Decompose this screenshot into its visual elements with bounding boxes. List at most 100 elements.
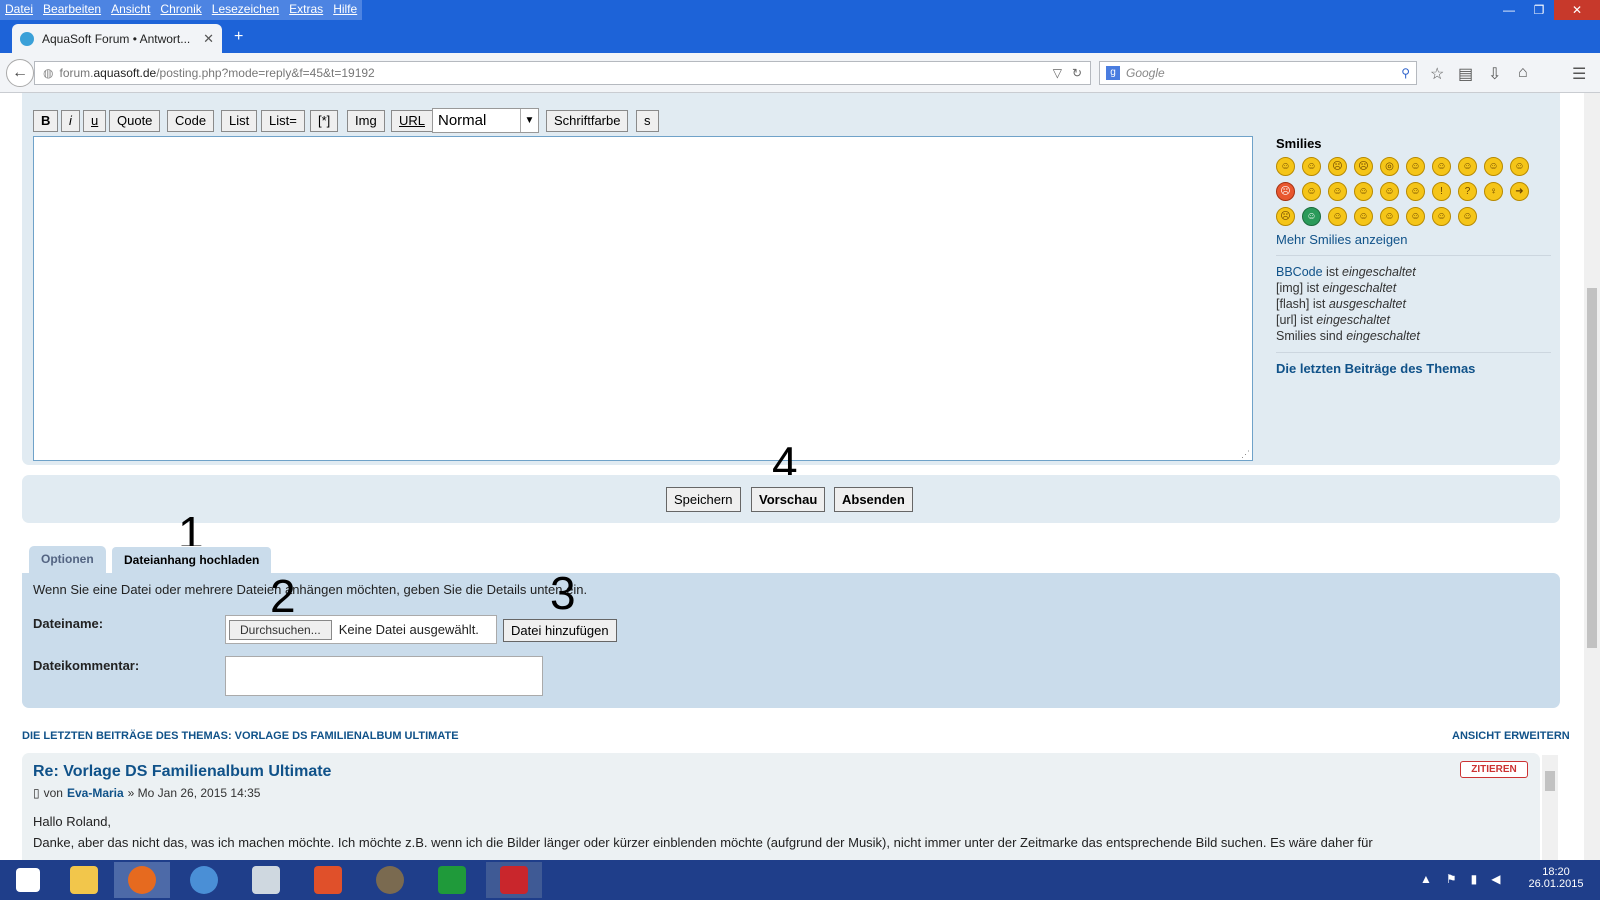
list-item-button[interactable]: [*] [310, 110, 339, 132]
search-icon[interactable]: ⚲ [1401, 66, 1410, 80]
download-icon[interactable]: ⇩ [1488, 64, 1501, 84]
bookmark-star-icon[interactable]: ☆ [1430, 64, 1444, 84]
minimize-button[interactable]: — [1494, 0, 1524, 20]
google-icon[interactable]: g [1106, 66, 1120, 80]
exclamation-icon[interactable]: ! [1432, 182, 1451, 201]
flag-icon[interactable]: ⚑ [1446, 872, 1457, 886]
windows-start-icon[interactable] [0, 862, 56, 898]
smiley-icon[interactable]: ◎ [1380, 157, 1399, 176]
recent-posts-link[interactable]: Die letzten Beiträge des Themas [1276, 361, 1551, 376]
spreadsheet-icon[interactable] [424, 862, 480, 898]
post-title[interactable]: Re: Vorlage DS Familienalbum Ultimate [33, 763, 331, 781]
tab-upload-attachment[interactable]: Dateianhang hochladen [111, 546, 273, 573]
post-scrollbar-thumb[interactable] [1545, 771, 1555, 791]
smiley-icon[interactable]: ☺ [1432, 207, 1451, 226]
smiley-icon[interactable]: ☺ [1406, 207, 1425, 226]
gimp-icon[interactable] [362, 862, 418, 898]
menu-datei[interactable]: Datei [0, 0, 38, 20]
smiley-icon[interactable]: ☹ [1328, 157, 1347, 176]
smiley-icon[interactable]: ☺ [1406, 157, 1425, 176]
list-button[interactable]: List [221, 110, 258, 132]
quote-button[interactable]: Quote [109, 110, 161, 132]
italic-button[interactable]: i [61, 110, 80, 132]
file-comment-input[interactable] [225, 656, 543, 696]
file-explorer-icon[interactable] [56, 862, 112, 898]
tab-close-icon[interactable]: ✕ [203, 31, 214, 47]
app-icon[interactable] [300, 862, 356, 898]
volume-icon[interactable]: ◀ [1491, 872, 1500, 886]
menu-extras[interactable]: Extras [284, 0, 328, 20]
question-icon[interactable]: ? [1458, 182, 1477, 201]
close-window-button[interactable]: ✕ [1554, 0, 1600, 20]
author-link[interactable]: Eva-Maria [67, 786, 124, 800]
thunderbird-icon[interactable] [176, 862, 232, 898]
scrollbar-thumb[interactable] [1587, 288, 1597, 648]
menu-lesezeichen[interactable]: Lesezeichen [207, 0, 284, 20]
smiley-icon[interactable]: ☺ [1510, 157, 1529, 176]
calculator-icon[interactable] [238, 862, 294, 898]
bookmarks-list-icon[interactable]: ▤ [1458, 64, 1473, 84]
smiley-icon[interactable]: ☺ [1328, 207, 1347, 226]
menu-bearbeiten[interactable]: Bearbeiten [38, 0, 106, 20]
smiley-icon[interactable]: ☺ [1406, 182, 1425, 201]
s-button[interactable]: s [636, 110, 659, 132]
firefox-icon[interactable] [114, 862, 170, 898]
smiley-icon[interactable]: ☺ [1302, 207, 1321, 226]
smiley-icon[interactable]: ☺ [1458, 207, 1477, 226]
quote-button[interactable]: ZITIEREN [1460, 761, 1528, 778]
smiley-icon[interactable]: ☺ [1458, 157, 1477, 176]
menu-chronik[interactable]: Chronik [155, 0, 206, 20]
smiley-icon[interactable]: ☺ [1354, 182, 1373, 201]
back-button[interactable]: ← [6, 59, 34, 87]
save-button[interactable]: Speichern [666, 487, 741, 512]
font-color-button[interactable]: Schriftfarbe [546, 110, 629, 132]
url-bar[interactable]: ◍ forum. aquasoft.de/posting.php?mode=rep… [34, 61, 1091, 85]
page-scrollbar[interactable] [1584, 93, 1600, 860]
file-input[interactable]: Durchsuchen... Keine Datei ausgewählt. [225, 615, 497, 644]
menu-hilfe[interactable]: Hilfe [328, 0, 362, 20]
url-button[interactable]: URL [391, 110, 434, 132]
smiley-icon[interactable]: ☺ [1302, 157, 1321, 176]
browser-tab[interactable]: AquaSoft Forum • Antwort... ✕ [12, 24, 222, 54]
restore-button[interactable]: ❐ [1524, 0, 1554, 20]
font-size-select[interactable]: Normal ▼ [432, 108, 539, 133]
home-icon[interactable]: ⌂ [1518, 64, 1528, 82]
resize-grip-icon[interactable]: ⋰ [1241, 449, 1250, 460]
hamburger-menu-icon[interactable]: ☰ [1572, 64, 1586, 84]
post-scrollbar[interactable] [1542, 755, 1558, 860]
clock[interactable]: 18:20 26.01.2015 [1520, 866, 1592, 890]
network-icon[interactable]: ▮ [1471, 872, 1478, 886]
add-file-button[interactable]: Datei hinzufügen [503, 619, 617, 642]
expand-view-link[interactable]: ANSICHT ERWEITERN [1452, 730, 1570, 742]
message-textarea[interactable]: ⋰ [33, 136, 1253, 461]
smiley-icon[interactable]: ☺ [1432, 157, 1451, 176]
smiley-icon[interactable]: ☺ [1484, 157, 1503, 176]
bbcode-link[interactable]: BBCode [1276, 265, 1323, 279]
smiley-icon[interactable]: ☹ [1276, 182, 1295, 201]
img-button[interactable]: Img [347, 110, 385, 132]
list-ordered-button[interactable]: List= [261, 110, 305, 132]
browse-button[interactable]: Durchsuchen... [229, 619, 332, 640]
smiley-icon[interactable]: ☺ [1380, 182, 1399, 201]
more-smilies-link[interactable]: Mehr Smilies anzeigen [1276, 232, 1551, 247]
bold-button[interactable]: B [33, 110, 59, 132]
search-box[interactable]: g Google ⚲ [1099, 61, 1417, 85]
smiley-icon[interactable]: ☺ [1302, 182, 1321, 201]
new-tab-button[interactable]: + [234, 28, 243, 46]
tab-options[interactable]: Optionen [29, 546, 106, 573]
underline-button[interactable]: u [83, 110, 107, 132]
smiley-icon[interactable]: ☺ [1354, 207, 1373, 226]
smiley-icon[interactable]: ☺ [1328, 182, 1347, 201]
smiley-icon[interactable]: ☺ [1380, 207, 1399, 226]
smiley-icon[interactable]: ☹ [1276, 207, 1295, 226]
media-app-icon[interactable] [486, 862, 542, 898]
tray-up-icon[interactable]: ▲ [1420, 872, 1432, 886]
url-dropdown-icon[interactable]: ▽ [1053, 66, 1062, 80]
idea-icon[interactable]: ♀ [1484, 182, 1503, 201]
arrow-icon[interactable]: ➜ [1510, 182, 1529, 201]
smiley-icon[interactable]: ☺ [1276, 157, 1295, 176]
code-button[interactable]: Code [167, 110, 215, 132]
submit-button[interactable]: Absenden [834, 487, 913, 512]
menu-ansicht[interactable]: Ansicht [106, 0, 155, 20]
reload-icon[interactable]: ↻ [1072, 66, 1082, 80]
